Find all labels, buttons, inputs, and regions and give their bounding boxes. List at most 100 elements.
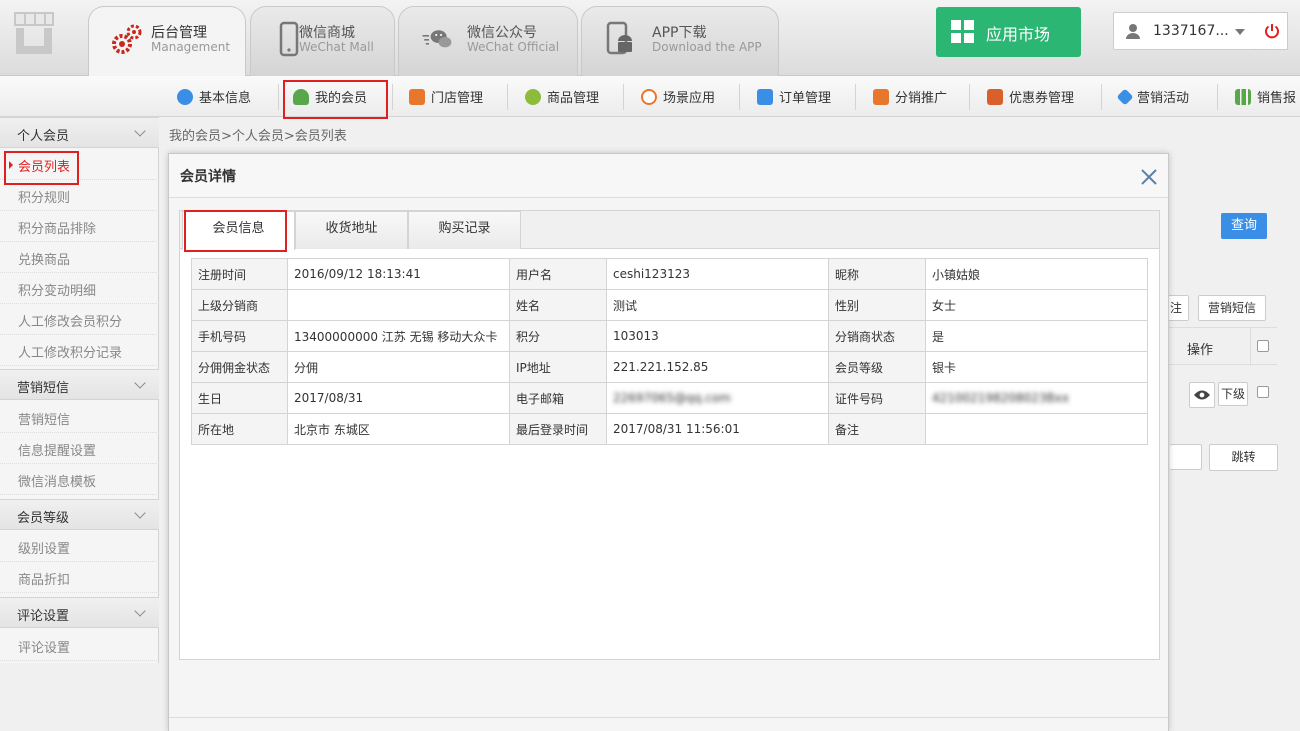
sidebar-item-label: 人工修改积分记录 (18, 346, 123, 361)
nav-scene-apps[interactable]: 场景应用 (641, 76, 715, 117)
subordinate-button[interactable]: 下级 (1218, 382, 1248, 406)
nav-label: 营销活动 (1137, 91, 1190, 106)
sidebar-item-reminder-settings[interactable]: 信息提醒设置 (0, 433, 159, 464)
tab-shipping-address[interactable]: 收货地址 (295, 211, 408, 249)
field-value: 13400000000 江苏 无锡 移动大众卡 (287, 320, 510, 352)
nav-distribution[interactable]: 分销推广 (873, 76, 947, 117)
nav-label: 门店管理 (431, 91, 484, 106)
eye-icon (1194, 390, 1210, 400)
select-all-checkbox[interactable] (1257, 340, 1269, 352)
sidebar-item-label: 微信消息模板 (18, 475, 97, 490)
nav-sales-report[interactable]: 销售报 (1235, 76, 1296, 117)
top-tab-subtitle: WeChat Mall (299, 40, 374, 54)
megaphone-icon (873, 88, 889, 105)
tab-purchase-history[interactable]: 购买记录 (408, 211, 521, 249)
nav-coupon-management[interactable]: 优惠券管理 (987, 76, 1074, 117)
sidebar-item-wechat-templates[interactable]: 微信消息模板 (0, 464, 159, 495)
field-label: 生日 (191, 382, 288, 414)
sidebar-item-redeem-products[interactable]: 兑换商品 (0, 242, 159, 273)
sidebar-item-marketing-sms[interactable]: 营销短信 (0, 402, 159, 433)
nav-basic-info[interactable]: 基本信息 (177, 76, 251, 117)
sidebar-group-title: 营销短信 (17, 381, 70, 396)
field-value (287, 289, 510, 321)
sidebar-item-label: 兑换商品 (18, 253, 71, 268)
order-icon (757, 88, 773, 105)
row-checkbox[interactable] (1257, 386, 1269, 398)
sidebar-group-marketing-sms[interactable]: 营销短信 (0, 369, 159, 400)
sidebar-item-label: 人工修改会员积分 (18, 315, 123, 330)
field-value: 小镇姑娘 (925, 258, 1148, 290)
sidebar-group-title: 会员等级 (17, 511, 70, 526)
nav-order-management[interactable]: 订单管理 (757, 76, 831, 117)
member-info-table: 注册时间 2016/09/12 18:13:41 用户名 ceshi123123 昵… (191, 258, 1148, 445)
page-input[interactable] (1170, 444, 1202, 470)
modal-header: 会员详情 (169, 154, 1168, 198)
query-button[interactable]: 查询 (1221, 213, 1267, 239)
nav-divider (507, 84, 508, 110)
sidebar-item-level-settings[interactable]: 级别设置 (0, 531, 159, 562)
nav-divider (739, 84, 740, 110)
sms-button[interactable]: 营销短信 (1198, 295, 1266, 321)
member-detail-modal: 会员详情 会员信息 收货地址 购买记录 注册时间 2016/09/12 18:13… (168, 153, 1169, 731)
sidebar-item-manual-points[interactable]: 人工修改会员积分 (0, 304, 159, 335)
nav-label: 场景应用 (663, 91, 716, 106)
user-menu[interactable]: 1337167... (1113, 12, 1257, 50)
sidebar-group-title: 评论设置 (17, 609, 70, 624)
table-row: 生日 2017/08/31 电子邮箱 22697065@qq.com 证件号码 421… (191, 382, 1148, 414)
nav-store-management[interactable]: 门店管理 (409, 76, 483, 117)
nav-divider (1101, 84, 1102, 110)
sidebar-item-label: 积分规则 (18, 191, 71, 206)
sidebar-item-points-exclusion[interactable]: 积分商品排除 (0, 211, 159, 242)
field-label: 所在地 (191, 413, 288, 445)
field-value: 银卡 (925, 351, 1148, 383)
sidebar-item-comment-settings[interactable]: 评论设置 (0, 630, 159, 661)
field-label: 注册时间 (191, 258, 288, 290)
grid-icon (951, 20, 974, 43)
field-value: 103013 (606, 320, 829, 352)
modal-body: 会员信息 收货地址 购买记录 注册时间 2016/09/12 18:13:41 用… (179, 210, 1160, 660)
field-value: 女士 (925, 289, 1148, 321)
field-label: 最后登录时间 (509, 413, 607, 445)
nav-label: 分销推广 (895, 91, 948, 106)
table-header: 操作 (1168, 327, 1277, 366)
store-logo-icon[interactable] (12, 10, 56, 56)
view-button[interactable] (1189, 382, 1215, 408)
field-label: 备注 (828, 413, 926, 445)
sidebar-item-label: 积分变动明细 (18, 284, 97, 299)
app-market-button[interactable]: 应用市场 (936, 7, 1081, 57)
gears-icon (112, 24, 142, 54)
nav-label: 订单管理 (779, 91, 832, 106)
highlight-box (283, 80, 388, 119)
nav-product-management[interactable]: 商品管理 (525, 76, 599, 117)
top-tab-management[interactable]: 后台管理 Management (88, 6, 246, 77)
nav-marketing[interactable]: 营销活动 (1116, 76, 1190, 117)
top-tab-app-download[interactable]: APP下载 Download the APP (581, 6, 779, 76)
field-value: ceshi123123 (606, 258, 829, 290)
top-tab-title: 微信公众号 (467, 25, 537, 41)
sidebar-group-member-levels[interactable]: 会员等级 (0, 499, 159, 530)
user-name: 1337167... (1153, 23, 1229, 39)
sidebar-item-manual-points-log[interactable]: 人工修改积分记录 (0, 335, 159, 366)
table-row: 手机号码 13400000000 江苏 无锡 移动大众卡 积分 103013 分销商… (191, 320, 1148, 352)
nav-label: 销售报 (1257, 91, 1297, 106)
nav-divider (1217, 84, 1218, 110)
jump-button[interactable]: 跳转 (1209, 444, 1278, 471)
table-row: 注册时间 2016/09/12 18:13:41 用户名 ceshi123123 昵… (191, 258, 1148, 290)
wechat-icon (422, 30, 452, 48)
logout-button[interactable] (1256, 12, 1288, 50)
close-icon[interactable] (1139, 167, 1159, 187)
sidebar-item-points-detail[interactable]: 积分变动明细 (0, 273, 159, 304)
highlight-box (184, 210, 287, 252)
sidebar-item-product-discount[interactable]: 商品折扣 (0, 562, 159, 593)
top-tab-wechat-official[interactable]: 微信公众号 WeChat Official (398, 6, 578, 76)
sidebar-group-personal-members[interactable]: 个人会员 (0, 117, 159, 148)
nav-divider (855, 84, 856, 110)
field-label: 电子邮箱 (509, 382, 607, 414)
chevron-down-icon (134, 377, 146, 389)
bar-chart-icon (1235, 88, 1251, 105)
top-tab-wechat-mall[interactable]: 微信商城 WeChat Mall (250, 6, 395, 76)
field-value: 测试 (606, 289, 829, 321)
top-tab-title: 微信商城 (299, 25, 355, 41)
sidebar-group-comment-settings[interactable]: 评论设置 (0, 597, 159, 628)
field-value: 2016/09/12 18:13:41 (287, 258, 510, 290)
